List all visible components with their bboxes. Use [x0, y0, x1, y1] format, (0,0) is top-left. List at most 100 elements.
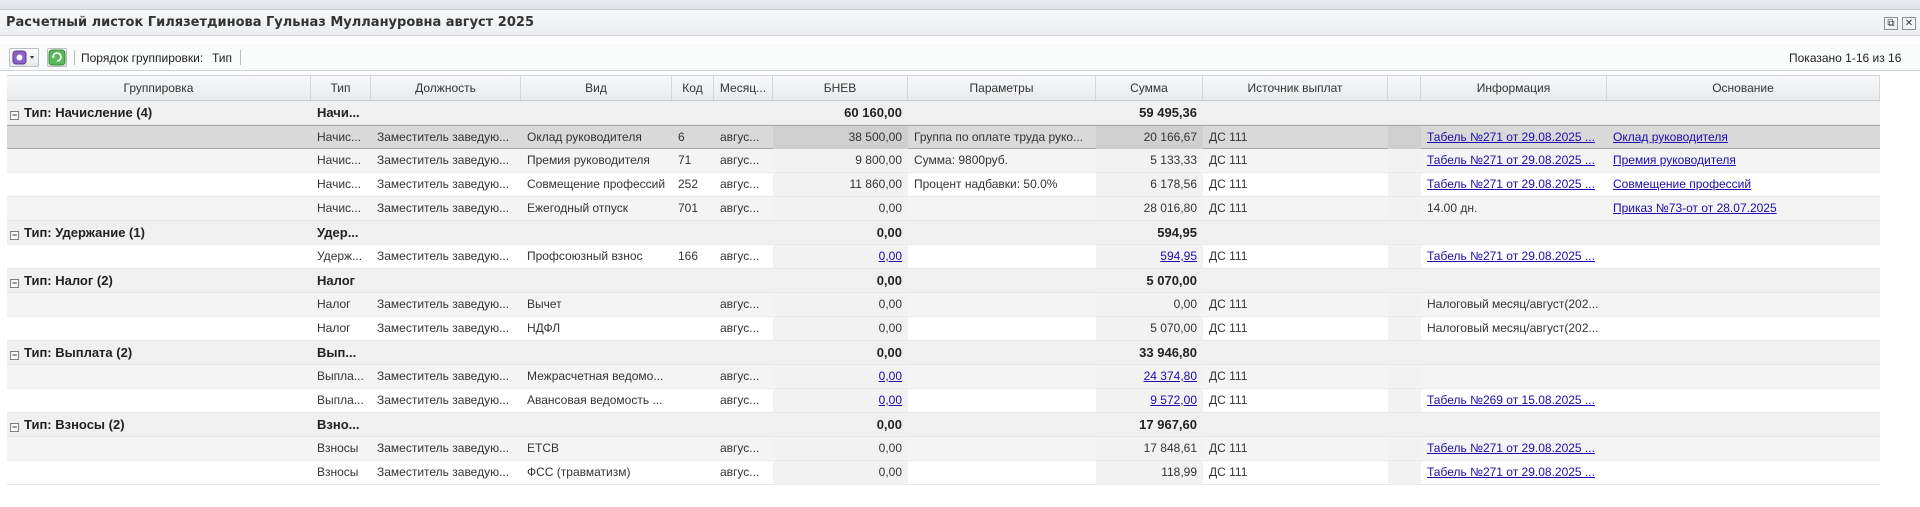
cell-info: Налоговый месяц/август(202... — [1427, 297, 1599, 311]
cell-extra — [1388, 461, 1421, 484]
table-row[interactable]: Взносы Заместитель заведую... ЕТСВ авгус...… — [7, 437, 1880, 461]
top-strip — [0, 0, 1920, 10]
cell-basis — [1607, 245, 1880, 268]
group-label: − Тип: Взносы (2) — [7, 413, 311, 436]
group-bnev-total: 0,00 — [876, 417, 902, 432]
cell-extra — [1388, 293, 1421, 316]
cell-position: Заместитель заведую... — [377, 441, 510, 455]
group-label-text: Тип: Удержание (1) — [24, 225, 145, 240]
col-extra-header[interactable] — [1388, 76, 1421, 100]
group-bnev-total: 0,00 — [876, 273, 902, 288]
col-params-header[interactable]: Параметры — [908, 76, 1096, 100]
cell-sum: 28 016,80 — [1096, 197, 1203, 220]
cell-sum[interactable]: 24 374,80 — [1096, 365, 1203, 388]
group-label: − Тип: Удержание (1) — [7, 221, 311, 244]
col-grouping-header[interactable]: Группировка — [7, 76, 311, 100]
table-row[interactable]: Выпла... Заместитель заведую... Межрасчетн… — [7, 365, 1880, 389]
close-icon[interactable]: ✕ — [1902, 17, 1916, 30]
cell-source: ДС 111 — [1209, 153, 1248, 167]
col-sum-header[interactable]: Сумма — [1096, 76, 1203, 100]
table-row[interactable]: Взносы Заместитель заведую... ФСС (травмат… — [7, 461, 1880, 485]
cell-extra — [1388, 317, 1421, 340]
cell-position: Заместитель заведую... — [377, 393, 510, 407]
col-month-header[interactable]: Месяц... — [714, 76, 773, 100]
col-source-header[interactable]: Источник выплат — [1203, 76, 1388, 100]
cell-month: авгус... — [720, 177, 760, 191]
cell-type: Удерж... — [317, 249, 363, 263]
collapse-icon[interactable]: − — [10, 423, 19, 432]
cell-info[interactable]: Табель №271 от 29.08.2025 ... — [1421, 461, 1607, 484]
cell-kind: Премия руководителя — [527, 153, 650, 167]
group-order-value[interactable]: Тип — [212, 51, 232, 65]
cell-type: Начис... — [317, 201, 362, 215]
cell-basis[interactable]: Совмещение профессий — [1607, 173, 1880, 196]
cell-bnev[interactable]: 0,00 — [773, 365, 908, 388]
refresh-icon — [48, 49, 66, 66]
cell-info[interactable]: Табель №271 от 29.08.2025 ... — [1421, 437, 1607, 460]
cell-info[interactable]: Табель №271 от 29.08.2025 ... — [1421, 126, 1607, 149]
group-type: Вып... — [317, 345, 357, 360]
cell-type: Налог — [317, 321, 351, 335]
cell-sum[interactable]: 594,95 — [1096, 245, 1203, 268]
cell-kind: ФСС (травматизм) — [527, 465, 631, 479]
group-row[interactable]: − Тип: Взносы (2) Взно... 0,00 17 967,60 — [7, 413, 1880, 437]
cell-sum[interactable]: 9 572,00 — [1096, 389, 1203, 412]
cell-position: Заместитель заведую... — [377, 130, 510, 144]
table-row[interactable]: Налог Заместитель заведую... НДФЛ авгус... 0… — [7, 317, 1880, 341]
cell-info[interactable]: Табель №271 от 29.08.2025 ... — [1421, 173, 1607, 196]
col-code-header[interactable]: Код — [672, 76, 714, 100]
collapse-icon[interactable]: − — [10, 231, 19, 240]
collapse-icon[interactable]: − — [10, 111, 19, 120]
cell-source: ДС 111 — [1209, 441, 1248, 455]
cell-kind: Авансовая ведомость ... — [527, 393, 663, 407]
cell-code — [672, 317, 714, 340]
cell-basis[interactable]: Приказ №73-от от 28.07.2025 — [1607, 197, 1880, 220]
cell-kind: ЕТСВ — [527, 441, 560, 455]
cell-info[interactable]: Табель №271 от 29.08.2025 ... — [1421, 149, 1607, 172]
cell-basis[interactable]: Оклад руководителя — [1607, 126, 1880, 149]
group-row[interactable]: − Тип: Выплата (2) Вып... 0,00 33 946,80 — [7, 341, 1880, 365]
cell-info[interactable]: Табель №271 от 29.08.2025 ... — [1421, 245, 1607, 268]
cell-bnev[interactable]: 0,00 — [773, 245, 908, 268]
group-row[interactable]: − Тип: Удержание (1) Удер... 0,00 594,95 — [7, 221, 1880, 245]
table-row[interactable]: Удерж... Заместитель заведую... Профсоюзны… — [7, 245, 1880, 269]
add-menu-button[interactable] — [9, 48, 39, 67]
cell-bnev[interactable]: 0,00 — [773, 389, 908, 412]
window-title: Расчетный листок Гилязетдинова Гульназ М… — [6, 15, 534, 30]
cell-basis[interactable]: Премия руководителя — [1607, 149, 1880, 172]
refresh-button[interactable] — [47, 48, 67, 67]
cell-code: 252 — [678, 177, 699, 191]
cell-code: 6 — [678, 130, 685, 144]
restore-window-icon[interactable]: ⧉ — [1884, 17, 1898, 30]
cell-code — [672, 461, 714, 484]
group-row[interactable]: − Тип: Начисление (4) Начи... 60 160,00 59 4… — [7, 101, 1880, 125]
cell-bnev: 0,00 — [773, 461, 908, 484]
cell-kind: Ежегодный отпуск — [527, 201, 629, 215]
cell-code — [672, 365, 714, 388]
table-row[interactable]: Начис... Заместитель заведую... Премия рук… — [7, 149, 1880, 173]
col-type-header[interactable]: Тип — [311, 76, 371, 100]
table-row[interactable]: Выпла... Заместитель заведую... Авансовая … — [7, 389, 1880, 413]
col-info-header[interactable]: Информация — [1421, 76, 1607, 100]
group-label-text: Тип: Начисление (4) — [24, 105, 153, 120]
collapse-icon[interactable]: − — [10, 351, 19, 360]
cell-info[interactable]: Табель №269 от 15.08.2025 ... — [1421, 389, 1607, 412]
cell-type: Взносы — [317, 441, 359, 455]
table-row[interactable]: Начис... Заместитель заведую... Совмещение… — [7, 173, 1880, 197]
table-row[interactable]: Начис... Заместитель заведую... Ежегодный … — [7, 197, 1880, 221]
group-sum-total: 17 967,60 — [1139, 417, 1197, 432]
group-order-label: Порядок группировки: — [81, 51, 204, 65]
col-kind-header[interactable]: Вид — [521, 76, 672, 100]
cell-sum: 5 133,33 — [1096, 149, 1203, 172]
collapse-icon[interactable]: − — [10, 279, 19, 288]
cell-code — [672, 437, 714, 460]
group-row[interactable]: − Тип: Налог (2) Налог 0,00 5 070,00 — [7, 269, 1880, 293]
cell-position: Заместитель заведую... — [377, 249, 510, 263]
table-row[interactable]: Налог Заместитель заведую... Вычет авгус...… — [7, 293, 1880, 317]
col-bnev-header[interactable]: БНЕВ — [773, 76, 908, 100]
cell-month: авгус... — [720, 153, 760, 167]
table-row[interactable]: Начис... Заместитель заведую... Оклад руко… — [7, 125, 1880, 149]
col-position-header[interactable]: Должность — [371, 76, 521, 100]
col-basis-header[interactable]: Основание — [1607, 76, 1880, 100]
cell-extra — [1388, 389, 1421, 412]
